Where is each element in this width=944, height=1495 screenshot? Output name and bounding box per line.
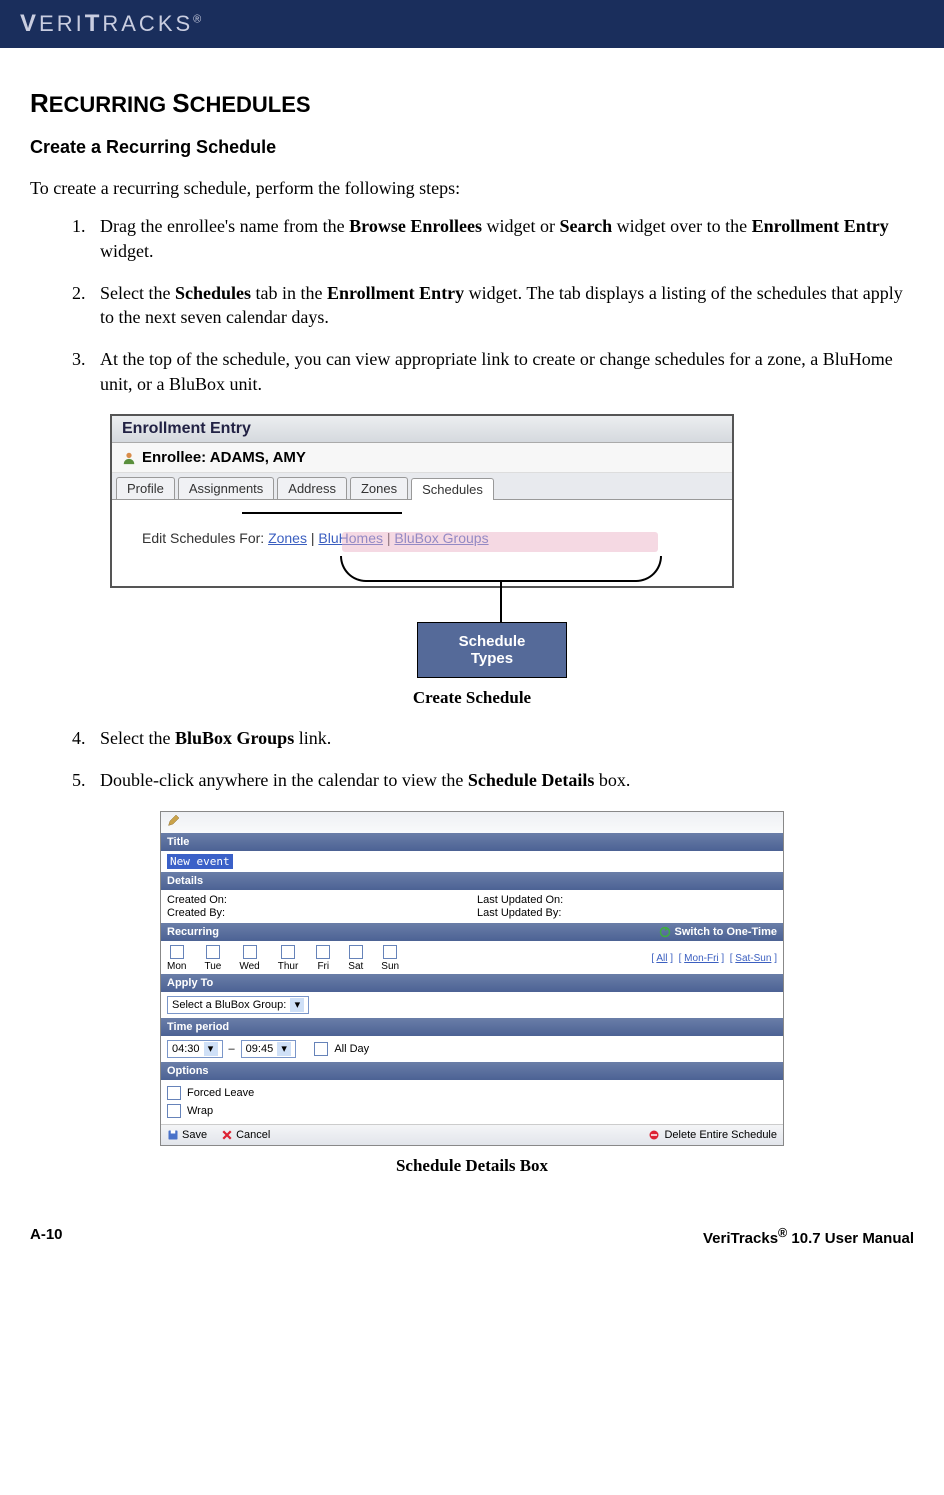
time-from-select[interactable]: 04:30▾ [167,1040,223,1058]
delete-schedule-button[interactable]: Delete Entire Schedule [648,1129,777,1141]
recycle-icon [659,926,671,938]
day-tue[interactable]: Tue [204,945,221,972]
step-3: At the top of the schedule, you can view… [90,347,914,396]
tab-profile[interactable]: Profile [116,477,175,499]
section-heading: RECURRING SCHEDULES [30,88,914,119]
cancel-button[interactable]: Cancel [221,1129,270,1141]
quicklink-all[interactable]: All [656,953,667,964]
quicklink-satsun[interactable]: Sat-Sun [735,953,771,964]
callout-highlight [342,532,658,552]
days-row: Mon Tue Wed Thur Fri Sat Sun [ All ] [ M… [161,941,783,974]
figure-enrollment-entry: Enrollment Entry Enrollee: ADAMS, AMY Pr… [110,414,914,678]
last-updated-on-label: Last Updated On: [477,894,777,906]
step-4: Select the BluBox Groups link. [90,726,914,750]
day-sun[interactable]: Sun [381,945,399,972]
edit-schedules-label: Edit Schedules For: [142,530,264,546]
save-button[interactable]: Save [167,1129,207,1141]
step-5: Double-click anywhere in the calendar to… [90,768,914,792]
brand-banner: VERITRACKS® [0,0,944,48]
callout-schedule-types: Schedule Types [417,622,567,678]
applyto-select[interactable]: Select a BluBox Group: ▾ [167,996,309,1014]
tab-assignments[interactable]: Assignments [178,477,274,499]
section-title-header: Title [161,833,783,851]
footer-manual-title: VeriTracks® 10.7 User Manual [703,1226,914,1247]
delete-icon [648,1129,660,1141]
page-footer: A-10 VeriTracks® 10.7 User Manual [0,1214,944,1259]
tab-bar: Profile Assignments Address Zones Schedu… [112,473,732,500]
last-updated-by-label: Last Updated By: [477,907,777,919]
link-zones[interactable]: Zones [268,530,307,546]
section-recurring-header: Recurring [167,926,219,938]
section-applyto-header: Apply To [161,974,783,992]
option-wrap[interactable]: Wrap [167,1102,777,1120]
footer-page-number: A-10 [30,1226,63,1247]
day-mon[interactable]: Mon [167,945,186,972]
time-to-select[interactable]: 09:45▾ [241,1040,297,1058]
step-1: Drag the enrollee's name from the Browse… [90,214,914,263]
option-forced-leave[interactable]: Forced Leave [167,1084,777,1102]
allday-checkbox[interactable]: All Day [314,1040,369,1058]
created-on-label: Created On: [167,894,467,906]
callout-bracket [340,556,662,582]
day-wed[interactable]: Wed [239,945,259,972]
x-icon [221,1129,233,1141]
callout-rule [242,512,402,514]
quicklink-monfri[interactable]: Mon-Fri [684,953,718,964]
section-options-header: Options [161,1062,783,1080]
day-sat[interactable]: Sat [348,945,363,972]
figure-schedule-details: Title New event Details Created On: Last… [160,811,784,1146]
tab-schedules[interactable]: Schedules [411,478,494,500]
person-icon [122,451,136,465]
figure-2-caption: Schedule Details Box [30,1156,914,1176]
brand-logo-text: VERITRACKS® [20,10,204,38]
window-title: Enrollment Entry [112,416,732,443]
enrollee-header: Enrollee: ADAMS, AMY [112,443,732,473]
tab-schedules-body: Edit Schedules For: Zones | BluHomes | B… [112,500,732,586]
switch-to-onetime-link[interactable]: Switch to One-Time [659,926,777,938]
intro-paragraph: To create a recurring schedule, perform … [30,176,914,200]
subsection-heading: Create a Recurring Schedule [30,137,914,158]
tab-zones[interactable]: Zones [350,477,408,499]
step-2: Select the Schedules tab in the Enrollme… [90,281,914,330]
section-details-header: Details [161,872,783,890]
tab-address[interactable]: Address [277,477,347,499]
section-timeperiod-header: Time period [161,1018,783,1036]
chevron-down-icon: ▾ [277,1042,291,1056]
pencil-icon [167,815,179,827]
figure-1-caption: Create Schedule [30,688,914,708]
disk-icon [167,1129,179,1141]
chevron-down-icon: ▾ [204,1042,218,1056]
day-fri[interactable]: Fri [316,945,330,972]
day-thur[interactable]: Thur [278,945,299,972]
created-by-label: Created By: [167,907,467,919]
chevron-down-icon: ▾ [290,998,304,1012]
title-input[interactable]: New event [167,854,233,869]
